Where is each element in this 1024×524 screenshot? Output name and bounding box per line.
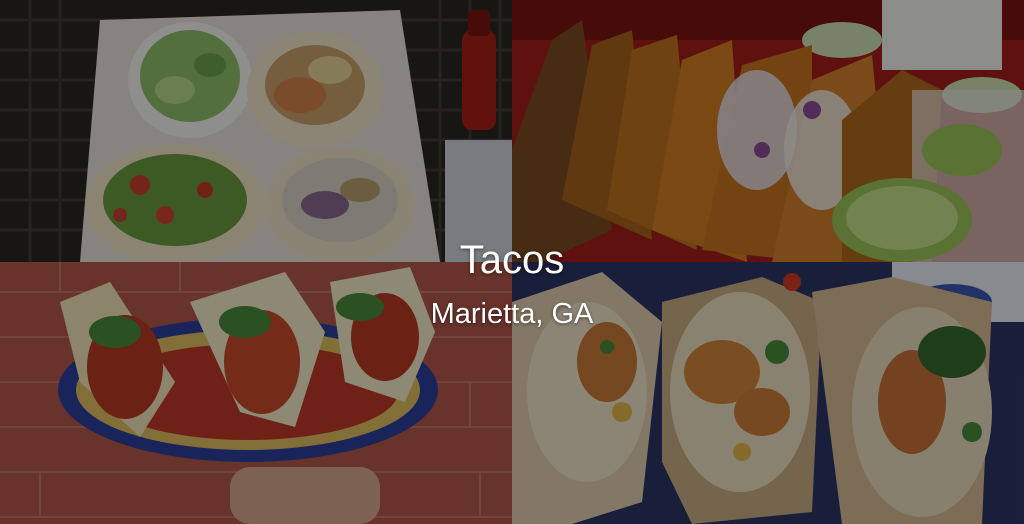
page-title: Tacos	[459, 238, 565, 282]
location-subtitle: Marietta, GA	[430, 298, 594, 330]
